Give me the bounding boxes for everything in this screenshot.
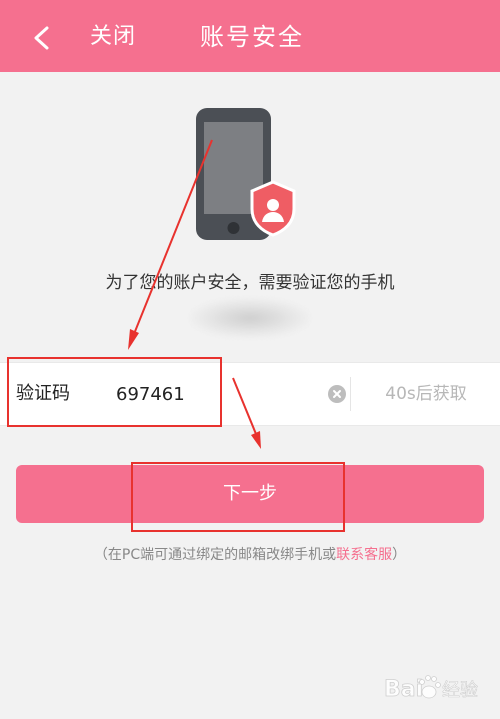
baidu-watermark-logo: Bai 经验: [384, 675, 478, 702]
svg-text:Bai: Bai: [384, 677, 423, 702]
phone-shield-user-icon: [196, 108, 296, 240]
clear-circle-icon: [333, 390, 341, 398]
top-app-bar: 关闭 账号安全: [0, 0, 500, 72]
hint-prefix: （在PC端可通过绑定的邮箱改绑手机或: [93, 547, 337, 563]
page-title: 账号安全: [200, 23, 304, 51]
clear-input-button[interactable]: [328, 385, 346, 403]
verification-notice: 为了您的账户安全，需要验证您的手机: [105, 273, 395, 293]
masked-phone-number: [190, 298, 310, 338]
hint-text: （在PC端可通过绑定的邮箱改绑手机或联系客服）: [0, 544, 500, 566]
annotation-box-code: [7, 357, 222, 427]
contact-support-link[interactable]: 联系客服: [336, 547, 392, 563]
row-divider: [350, 377, 351, 411]
svg-text:经验: 经验: [442, 680, 478, 701]
chevron-left-icon: [34, 26, 49, 50]
annotation-box-next: [131, 462, 345, 532]
resend-code-button[interactable]: 40s后获取: [352, 381, 500, 407]
hint-suffix: ）: [392, 547, 407, 563]
back-button[interactable]: [22, 18, 62, 58]
close-button[interactable]: 关闭: [90, 22, 136, 52]
